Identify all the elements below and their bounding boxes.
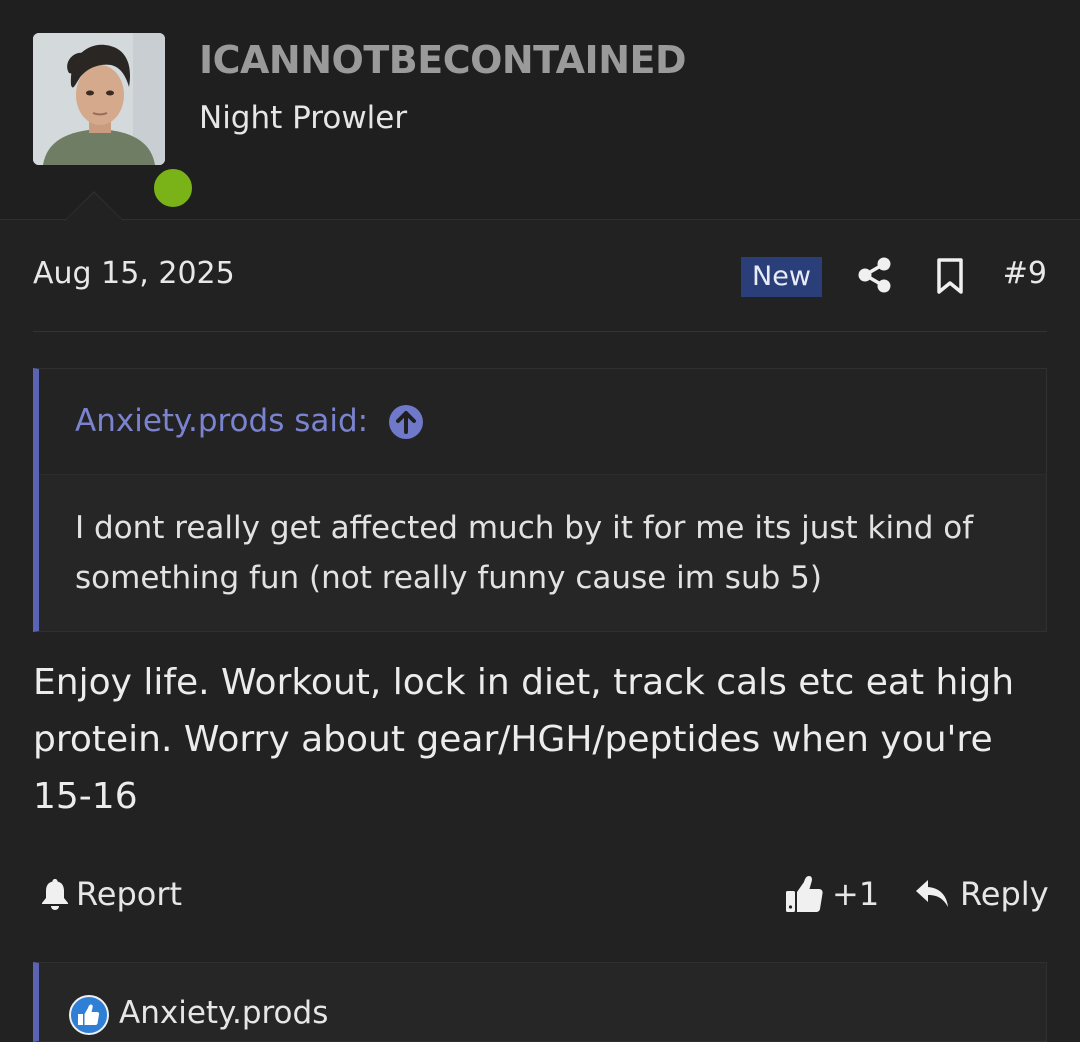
reaction-user-link[interactable]: Anxiety.prods: [119, 995, 328, 1031]
share-icon[interactable]: [858, 257, 892, 293]
like-count: +1: [832, 875, 880, 913]
post-user-header: ICANNOTBECONTAINED Night Prowler: [0, 0, 1080, 220]
thumbs-up-icon: [69, 995, 109, 1035]
quote-header: Anxiety.prods said:: [39, 369, 1046, 475]
quote-author-link[interactable]: Anxiety.prods said:: [75, 403, 368, 439]
reply-label: Reply: [960, 875, 1049, 913]
new-badge: New: [741, 257, 822, 297]
reply-button[interactable]: Reply: [914, 872, 1049, 916]
post-message: Enjoy life. Workout, lock in diet, track…: [33, 662, 1015, 817]
quote-block: Anxiety.prods said: I dont really get af…: [33, 368, 1047, 632]
user-title: Night Prowler: [199, 100, 408, 136]
avatar[interactable]: [33, 33, 198, 213]
username[interactable]: ICANNOTBECONTAINED: [199, 38, 687, 82]
post-meta-row: Aug 15, 2025 New #9: [33, 240, 1047, 332]
quote-text: I dont really get affected much by it fo…: [75, 510, 974, 596]
bookmark-icon[interactable]: [934, 257, 966, 295]
reactions-bar: Anxiety.prods: [33, 962, 1047, 1042]
like-button[interactable]: +1: [784, 872, 879, 916]
report-label: Report: [76, 875, 183, 913]
thumbs-up-icon: [786, 876, 823, 912]
avatar-image: [33, 33, 165, 165]
reply-icon: [916, 880, 948, 907]
bell-icon: [42, 879, 68, 910]
online-status-indicator: [148, 163, 198, 213]
arrow-up-circle-icon[interactable]: [388, 404, 424, 440]
header-pointer-inner: [65, 193, 123, 221]
post-date[interactable]: Aug 15, 2025: [33, 256, 235, 291]
report-button[interactable]: Report: [40, 872, 182, 916]
post-number-link[interactable]: #9: [1003, 256, 1047, 291]
